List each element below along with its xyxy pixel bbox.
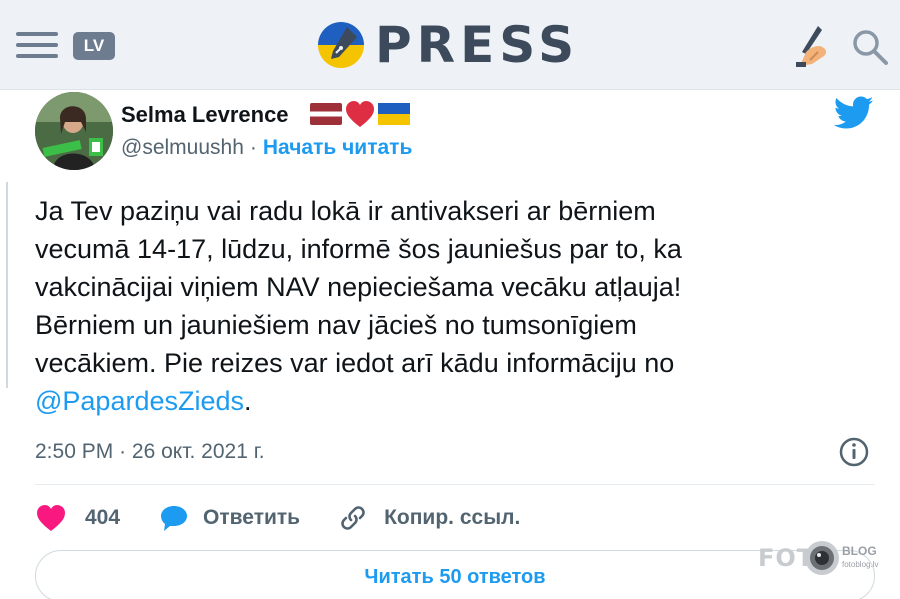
link-icon [341,506,365,530]
avatar-photo [35,92,113,170]
embedded-tweet: Selma Levrence @selmuushh · Начать читат… [0,90,900,599]
twitter-bird-icon[interactable] [834,96,874,130]
site-header: LV PRESS [0,0,900,90]
tweet-text-line: Ja Tev paziņu vai radu lokā ir antivakse… [35,196,656,226]
camera-lens-icon [805,541,839,575]
site-logo[interactable]: PRESS [317,18,579,72]
read-replies-button[interactable]: Читать 50 ответов [35,550,875,599]
mention-link[interactable]: @PapardesZieds [35,386,244,416]
tweet-date[interactable]: 26 окт. 2021 г. [132,440,265,463]
logo-text: PRESS [375,16,580,74]
author-name[interactable]: Selma Levrence [121,102,289,128]
quote-rule [6,182,8,388]
press-logo-icon [318,22,364,68]
tweet-time[interactable]: 2:50 PM [35,440,113,463]
reply-label: Ответить [203,506,301,529]
red-heart-icon [346,101,374,127]
info-icon[interactable] [838,436,870,468]
tweet-text: Ja Tev paziņu vai radu lokā ir antivakse… [35,192,885,420]
writing-hand-icon[interactable] [790,22,836,68]
heart-icon [37,505,65,531]
watermark-blog-text: BLOG [842,544,877,558]
search-icon[interactable] [850,27,890,67]
tweet-text-line: vecākiem. Pie reizes var iedot arī kādu … [35,348,675,378]
divider [35,484,875,485]
tweet-text-line: Bērniem un jauniešiem nav jācieš no tums… [35,310,637,340]
speech-bubble-icon [161,506,188,531]
copy-link-button[interactable]: Копир. ссыл. [338,503,520,533]
tweet-text-line: vecumā 14-17, lūdzu, informē šos jaunieš… [35,234,682,264]
separator: · [249,136,257,159]
language-switch[interactable]: LV [73,32,115,60]
like-count: 404 [85,506,121,529]
author-name-emojis [310,100,410,128]
latvia-flag-icon [310,103,342,125]
reply-button[interactable]: Ответить [159,504,300,532]
separator: · [119,440,127,463]
tweet-actions: 404 Ответить Копир. ссыл. [35,500,520,536]
tweet-timestamp[interactable]: 2:50 PM · 26 окт. 2021 г. [35,440,265,464]
fotoblog-watermark: FOTO BLOG fotoblog.lv [758,540,883,582]
follow-link[interactable]: Начать читать [263,136,412,160]
tweet-text-line: @PapardesZieds. [35,382,885,420]
mention-suffix: . [244,386,252,416]
hamburger-menu-icon[interactable] [16,30,58,60]
author-handle[interactable]: @selmuushh [121,136,244,160]
like-button[interactable]: 404 [35,504,120,532]
copy-link-label: Копир. ссыл. [384,506,521,529]
author-handle-row: @selmuushh · Начать читать [121,136,412,160]
ukraine-flag-icon [378,103,410,125]
author-avatar[interactable] [35,92,113,170]
watermark-site-text: fotoblog.lv [842,560,879,569]
tweet-text-line: vakcinācijai viņiem NAV nepieciešama vec… [35,272,682,302]
